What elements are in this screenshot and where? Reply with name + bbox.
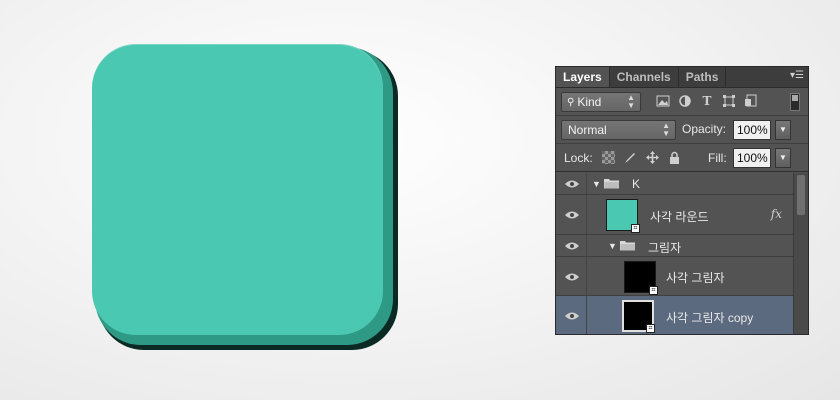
smart-object-filter-icon[interactable]: [744, 94, 758, 108]
layer-group-k[interactable]: ▼ K: [556, 173, 794, 195]
visibility-toggle[interactable]: [556, 195, 587, 234]
lock-all-icon[interactable]: [668, 151, 681, 164]
eye-icon: [565, 273, 579, 281]
layer-thumbnail: ⌗: [606, 199, 640, 233]
folder-icon: [620, 240, 636, 251]
layers-panel: Layers Channels Paths ▾☰ ⚲ Kind ▲ ▼ T No…: [555, 66, 809, 335]
visibility-toggle[interactable]: [556, 235, 587, 256]
layers-scrollbar[interactable]: [793, 173, 808, 334]
opacity-label: Opacity:: [682, 122, 727, 136]
shape-badge-icon: ⌗: [631, 224, 640, 233]
chevron-updown-icon: ▲ ▼: [627, 93, 635, 110]
lock-icons: [602, 151, 681, 164]
folder-icon: [604, 178, 620, 189]
eye-icon: [565, 242, 579, 250]
tab-paths[interactable]: Paths: [679, 67, 727, 87]
lock-label: Lock:: [564, 151, 593, 165]
layer-thumbnail: ⌗: [622, 300, 655, 333]
layer-name: K: [632, 177, 641, 191]
layer-group-shadow[interactable]: ▼ 그림자: [556, 235, 794, 257]
lock-paint-icon[interactable]: [624, 151, 637, 164]
adjustment-filter-icon[interactable]: [678, 94, 692, 108]
expand-triangle-icon[interactable]: ▼: [608, 241, 617, 251]
panel-tabs: Layers Channels Paths ▾☰: [556, 67, 808, 88]
blend-row: Normal ▲ ▼ Opacity: 100% ▼: [556, 116, 808, 144]
layer-square-shadow-copy[interactable]: ⌗ 사각 그림자 copy: [556, 296, 794, 334]
tab-layers[interactable]: Layers: [556, 67, 610, 87]
visibility-toggle[interactable]: [556, 173, 587, 194]
type-filter-icon[interactable]: T: [700, 94, 714, 108]
shape-badge-icon: ⌗: [649, 286, 658, 295]
layer-name: 사각 그림자: [666, 271, 725, 285]
fx-icon[interactable]: fx: [771, 207, 782, 221]
chevron-updown-icon: ▲ ▼: [662, 121, 670, 138]
layers-list: ▼ K ⌗ 사각 라운드 fx ▼ 그림자 ⌗ 사각 그림자 ⌗ 사각 그림자 …: [556, 173, 794, 334]
opacity-input[interactable]: 100%: [733, 120, 771, 140]
visibility-toggle[interactable]: [556, 296, 587, 334]
layer-name: 사각 그림자 copy: [666, 311, 754, 325]
fill-dropdown-button[interactable]: ▼: [775, 148, 791, 168]
shape-filter-icon[interactable]: [722, 94, 736, 108]
layer-rounded-square[interactable]: ⌗ 사각 라운드 fx: [556, 195, 794, 235]
visibility-toggle[interactable]: [556, 257, 587, 295]
lock-move-icon[interactable]: [646, 151, 659, 164]
filter-kind-dropdown[interactable]: ⚲ Kind ▲ ▼: [561, 92, 641, 112]
eye-icon: [565, 180, 579, 188]
blend-mode-dropdown[interactable]: Normal ▲ ▼: [561, 120, 676, 140]
scrollbar-thumb[interactable]: [797, 175, 805, 215]
filter-kind-label: Kind: [577, 95, 602, 109]
layer-thumbnail: ⌗: [624, 261, 658, 295]
layer-square-shadow[interactable]: ⌗ 사각 그림자: [556, 257, 794, 296]
shape-badge-icon: ⌗: [646, 324, 655, 333]
lock-transparent-icon[interactable]: [602, 151, 615, 164]
eye-icon: [565, 312, 579, 320]
layer-name: 사각 라운드: [650, 210, 709, 224]
filter-toggle[interactable]: [790, 93, 800, 111]
expand-triangle-icon[interactable]: ▼: [592, 179, 601, 189]
tab-channels[interactable]: Channels: [610, 67, 679, 87]
rounded-square-artwork: [92, 44, 398, 350]
filter-row: ⚲ Kind ▲ ▼ T: [556, 88, 808, 116]
layer-name: 그림자: [648, 241, 682, 255]
fill-input[interactable]: 100%: [733, 148, 771, 168]
opacity-dropdown-button[interactable]: ▼: [775, 120, 791, 140]
fill-label: Fill:: [708, 151, 727, 165]
blend-mode-value: Normal: [568, 123, 607, 137]
eye-icon: [565, 211, 579, 219]
filter-icons: T: [656, 94, 758, 108]
search-icon: ⚲: [567, 96, 575, 108]
lock-row: Lock: Fill: 100% ▼: [556, 144, 808, 172]
image-filter-icon[interactable]: [656, 94, 670, 108]
artwork-face: [92, 44, 383, 335]
panel-menu-icon[interactable]: ▾☰: [790, 70, 804, 81]
